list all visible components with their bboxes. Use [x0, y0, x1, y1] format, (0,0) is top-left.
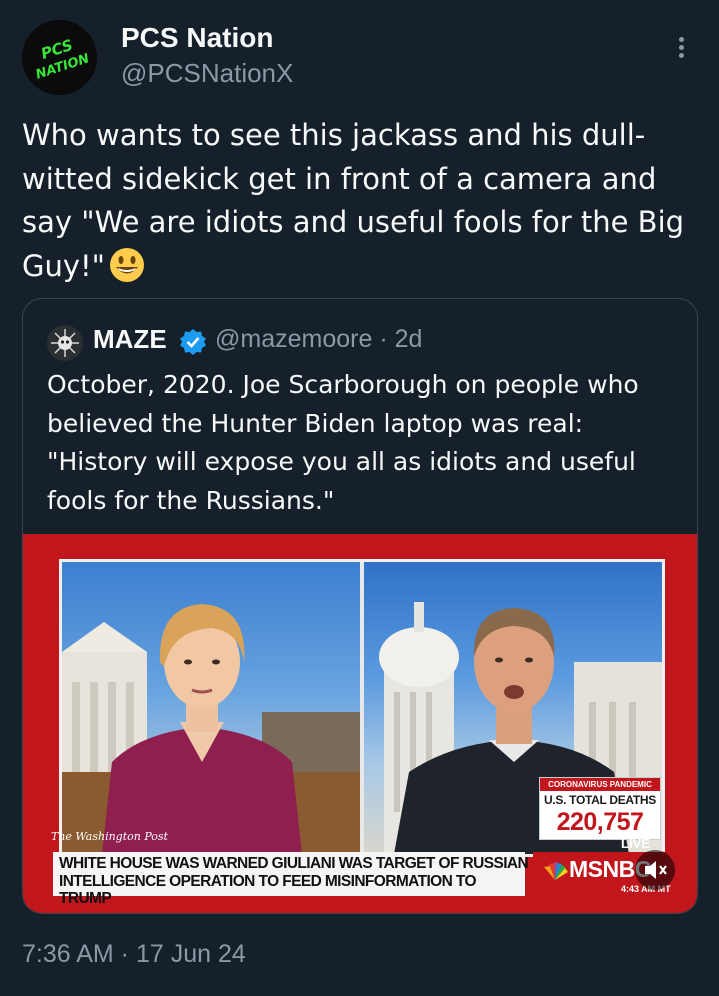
tweet-detail-page: PCS NATION PCS Nation @PCSNationX Who wa…: [0, 0, 719, 996]
deaths-label: U.S. TOTAL DEATHS: [543, 793, 657, 807]
peacock-logo-icon: [544, 862, 568, 880]
quoted-tweet-text: October, 2020. Joe Scarborough on people…: [47, 370, 639, 515]
deaths-count: 220,757: [556, 808, 644, 836]
author-handle[interactable]: @PCSNationX: [121, 58, 293, 89]
washington-post-logo: The Washington Post: [51, 830, 168, 843]
death-toll-graphic: CORONAVIRUS PANDEMIC U.S. TOTAL DEATHS 2…: [539, 777, 661, 840]
author-avatar[interactable]: PCS NATION: [22, 20, 97, 95]
quoted-author-avatar: [47, 325, 83, 361]
pcs-nation-logo: PCS NATION: [22, 20, 97, 95]
grinning-face-emoji-icon: [109, 247, 144, 282]
quoted-tweet-card[interactable]: MAZE @mazemoore · 2d October, 2020. Joe …: [22, 298, 698, 914]
speaker-muted-icon: [645, 861, 667, 879]
quoted-display-name: MAZE: [93, 324, 167, 354]
skull-logo-icon: [47, 325, 83, 361]
live-indicator: LIVE: [621, 836, 650, 851]
more-options-icon[interactable]: [666, 34, 696, 64]
tweet-text: Who wants to see this jackass and his du…: [22, 114, 692, 288]
chyron-text: White House was warned Giuliani was targ…: [59, 855, 529, 907]
author-display-name[interactable]: PCS Nation: [121, 22, 273, 54]
verified-badge-icon: [180, 329, 206, 355]
mute-button[interactable]: [635, 850, 675, 890]
tweet-timestamp[interactable]: 7:36 AM · 17 Jun 24: [22, 940, 246, 969]
news-chyron: White House was warned Giuliani was targ…: [47, 852, 529, 907]
video-player[interactable]: The Washington Post CORONAVIRUS PANDEMIC…: [23, 534, 697, 913]
quoted-handle-and-age: @mazemoore · 2d: [215, 325, 423, 353]
pandemic-tag: CORONAVIRUS PANDEMIC: [540, 778, 660, 791]
